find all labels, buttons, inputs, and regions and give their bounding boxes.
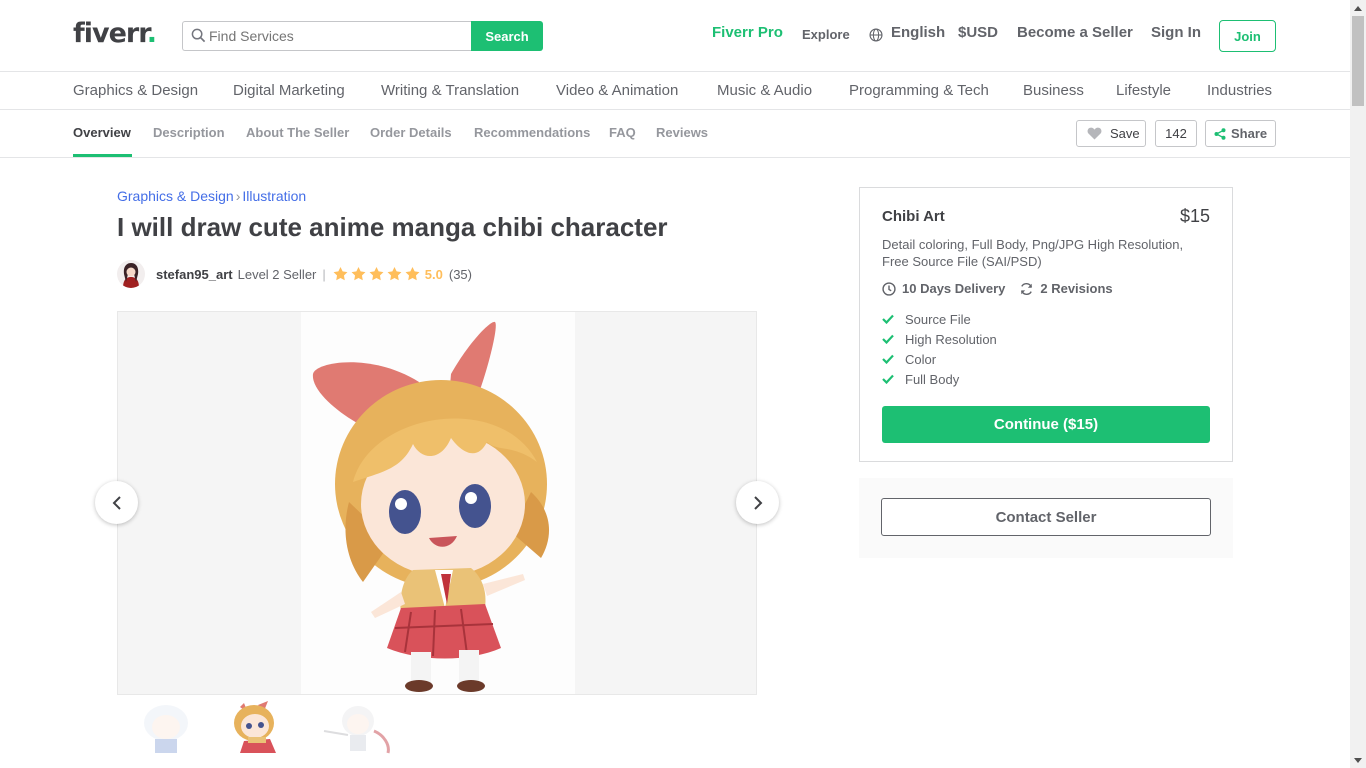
search-button[interactable]: Search <box>471 21 543 51</box>
explore-link[interactable]: Explore <box>802 27 850 42</box>
gallery-main-image <box>301 312 575 694</box>
tab-recommendations[interactable]: Recommendations <box>474 125 590 140</box>
triangle-down-icon <box>1354 757 1362 763</box>
feature-item: Source File <box>882 309 997 329</box>
category-music-audio[interactable]: Music & Audio <box>717 82 812 99</box>
package-title: Chibi Art <box>882 208 945 225</box>
globe-icon <box>869 28 883 42</box>
check-icon <box>882 354 894 364</box>
star-icon <box>333 267 348 281</box>
category-industries[interactable]: Industries <box>1207 82 1272 99</box>
star-icon <box>351 267 366 281</box>
scroll-thumb[interactable] <box>1352 16 1364 106</box>
tab-order-details[interactable]: Order Details <box>370 125 452 140</box>
category-graphics-design[interactable]: Graphics & Design <box>73 82 198 99</box>
gallery-prev-button[interactable] <box>95 481 138 524</box>
gallery-next-button[interactable] <box>736 481 779 524</box>
search-icon <box>191 28 206 43</box>
tab-about-seller[interactable]: About The Seller <box>246 125 349 140</box>
check-icon <box>882 374 894 384</box>
seller-level: Level 2 Seller <box>237 266 317 282</box>
star-icon <box>405 267 420 281</box>
gallery-thumbnail-selected[interactable] <box>218 701 300 755</box>
delivery-time: 10 Days Delivery <box>902 281 1006 296</box>
seller-avatar[interactable] <box>117 260 145 288</box>
gallery-thumbnail[interactable] <box>125 701 207 755</box>
feature-item: Color <box>882 349 997 369</box>
search-bar: Search <box>182 21 543 51</box>
join-button[interactable]: Join <box>1219 20 1276 52</box>
feature-item: Full Body <box>882 369 997 389</box>
breadcrumb-graphics-design[interactable]: Graphics & Design <box>117 188 234 204</box>
package-description: Detail coloring, Full Body, Png/JPG High… <box>882 237 1184 269</box>
active-tab-indicator <box>73 154 132 157</box>
heart-icon <box>1087 127 1102 140</box>
fiverr-logo[interactable]: fiverr. <box>73 18 157 49</box>
package-features: Source File High Resolution Color Full B… <box>882 309 997 389</box>
gig-gallery <box>117 311 757 695</box>
feature-label: Color <box>905 351 937 367</box>
triangle-up-icon <box>1354 5 1362 11</box>
clock-icon <box>882 281 896 296</box>
currency-selector[interactable]: $USD <box>958 24 998 41</box>
package-price: $15 <box>1179 206 1210 226</box>
search-input[interactable] <box>182 21 471 51</box>
continue-button[interactable]: Continue ($15) <box>882 406 1210 443</box>
scroll-down-arrow[interactable] <box>1350 752 1366 768</box>
tab-faq[interactable]: FAQ <box>609 125 636 140</box>
category-lifestyle[interactable]: Lifestyle <box>1116 82 1171 99</box>
star-icon <box>387 267 402 281</box>
check-icon <box>882 334 894 344</box>
refresh-icon <box>1021 282 1033 295</box>
feature-label: Source File <box>905 311 971 327</box>
tab-reviews[interactable]: Reviews <box>656 125 708 140</box>
scroll-up-arrow[interactable] <box>1350 0 1366 16</box>
logo-text: fiverr <box>73 18 148 49</box>
category-writing-translation[interactable]: Writing & Translation <box>381 82 519 99</box>
chevron-left-icon <box>112 495 121 510</box>
category-programming-tech[interactable]: Programming & Tech <box>849 82 989 99</box>
contact-seller-button[interactable]: Contact Seller <box>881 498 1211 536</box>
category-digital-marketing[interactable]: Digital Marketing <box>233 82 345 99</box>
page-scrollbar[interactable] <box>1350 0 1366 768</box>
gallery-thumbnail[interactable] <box>318 701 400 755</box>
star-rating <box>332 266 421 282</box>
save-count: 142 <box>1155 120 1197 147</box>
feature-label: High Resolution <box>905 331 997 347</box>
feature-item: High Resolution <box>882 329 997 349</box>
package-meta: 10 Days Delivery 2 Revisions <box>882 281 1127 296</box>
rating-count[interactable]: (35) <box>449 267 472 282</box>
package-card: Chibi Art $15 Detail coloring, Full Body… <box>859 187 1233 462</box>
language-selector[interactable]: English <box>891 24 945 41</box>
category-menu: Graphics & Design Digital Marketing Writ… <box>0 72 1350 110</box>
tab-description[interactable]: Description <box>153 125 225 140</box>
category-video-animation[interactable]: Video & Animation <box>556 82 678 99</box>
seller-overview: stefan95_art Level 2 Seller | 5.0 (35) <box>117 259 472 289</box>
revisions-count: 2 Revisions <box>1040 281 1113 296</box>
save-button[interactable]: Save <box>1076 120 1146 147</box>
chevron-right-icon <box>753 495 762 510</box>
star-icon <box>369 267 384 281</box>
check-icon <box>882 314 894 324</box>
breadcrumb-illustration[interactable]: Illustration <box>242 188 306 204</box>
seller-divider: | <box>322 266 326 282</box>
logo-dot: . <box>146 18 157 49</box>
save-label: Save <box>1110 126 1140 141</box>
fiverr-pro-link[interactable]: Fiverr Pro <box>712 24 783 41</box>
rating-score: 5.0 <box>424 266 443 282</box>
contact-seller-panel: Contact Seller <box>859 478 1233 558</box>
sign-in-link[interactable]: Sign In <box>1151 24 1201 41</box>
top-header: fiverr. Search Fiverr Pro Explore Englis… <box>0 0 1350 72</box>
share-button[interactable]: Share <box>1205 120 1276 147</box>
become-seller-link[interactable]: Become a Seller <box>1017 24 1133 41</box>
feature-label: Full Body <box>905 371 960 387</box>
share-label: Share <box>1231 126 1268 141</box>
seller-name[interactable]: stefan95_art <box>156 267 233 282</box>
category-business[interactable]: Business <box>1023 82 1084 99</box>
tab-overview[interactable]: Overview <box>73 125 131 140</box>
share-icon <box>1214 127 1226 140</box>
breadcrumb: Graphics & Design › Illustration <box>117 188 306 204</box>
gig-title: I will draw cute anime manga chibi chara… <box>117 212 668 242</box>
gig-section-nav: Overview Description About The Seller Or… <box>0 110 1350 158</box>
